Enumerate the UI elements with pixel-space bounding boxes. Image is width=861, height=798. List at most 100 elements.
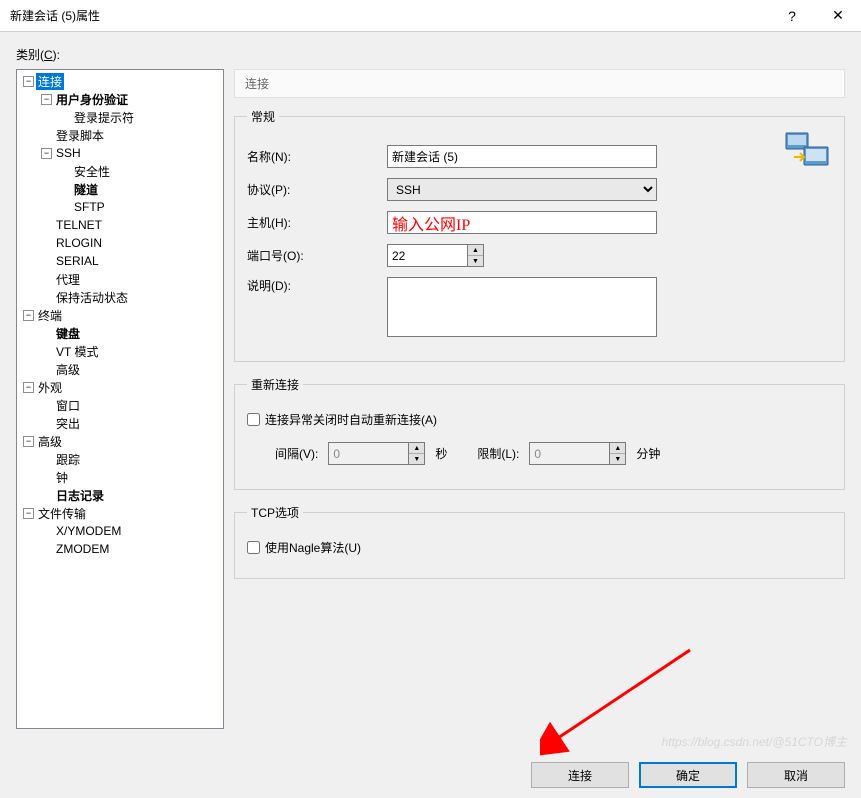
panel-title: 连接 xyxy=(234,69,845,98)
tree-item-label: 键盘 xyxy=(54,325,82,342)
help-icon[interactable]: ? xyxy=(769,0,815,32)
tree-item-label: 隧道 xyxy=(72,181,100,198)
ok-button[interactable]: 确定 xyxy=(639,762,737,788)
desc-label: 说明(D): xyxy=(247,277,387,294)
tree-item-label: 登录提示符 xyxy=(72,109,136,126)
collapse-icon[interactable]: − xyxy=(41,148,52,159)
window-title: 新建会话 (5)属性 xyxy=(10,7,769,24)
tree-item-label: 日志记录 xyxy=(54,487,106,504)
tree-item[interactable]: 跟踪 xyxy=(17,450,223,468)
tree-item-label: 登录脚本 xyxy=(54,127,106,144)
tree-item-label: 突出 xyxy=(54,415,82,432)
name-input[interactable] xyxy=(387,145,657,168)
port-input[interactable] xyxy=(387,244,467,267)
tree-item[interactable]: X/YMODEM xyxy=(17,522,223,540)
spinner-down-icon: ▼ xyxy=(610,454,625,464)
tree-item[interactable]: 键盘 xyxy=(17,324,223,342)
tree-item[interactable]: −文件传输 xyxy=(17,504,223,522)
tree-item[interactable]: SERIAL xyxy=(17,252,223,270)
tree-item-label: 钟 xyxy=(54,469,70,486)
close-icon[interactable]: ✕ xyxy=(815,0,861,32)
tree-item[interactable]: 登录提示符 xyxy=(17,108,223,126)
tree-item[interactable]: 登录脚本 xyxy=(17,126,223,144)
name-label: 名称(N): xyxy=(247,148,387,165)
general-group: 常规 名称(N): 协议(P): SSH xyxy=(234,108,845,362)
auto-reconnect-checkbox[interactable] xyxy=(247,413,260,426)
tree-item[interactable]: −SSH xyxy=(17,144,223,162)
protocol-select[interactable]: SSH xyxy=(387,178,657,201)
tree-item-label: 高级 xyxy=(36,433,64,450)
interval-label: 间隔(V): xyxy=(275,445,318,462)
tree-item-label: 文件传输 xyxy=(36,505,88,522)
titlebar: 新建会话 (5)属性 ? ✕ xyxy=(0,0,861,32)
protocol-label: 协议(P): xyxy=(247,181,387,198)
nagle-checkbox[interactable] xyxy=(247,541,260,554)
desc-textarea[interactable] xyxy=(387,277,657,337)
tree-item[interactable]: ZMODEM xyxy=(17,540,223,558)
tree-item[interactable]: VT 模式 xyxy=(17,342,223,360)
tree-item-label: TELNET xyxy=(54,218,104,232)
watermark: https://blog.csdn.net/@51CTO博主 xyxy=(662,733,847,750)
tree-item-label: SERIAL xyxy=(54,254,101,268)
interval-input xyxy=(328,442,408,465)
tree-item-label: SSH xyxy=(54,146,83,160)
tree-item[interactable]: 安全性 xyxy=(17,162,223,180)
collapse-icon[interactable]: − xyxy=(23,436,34,447)
nagle-label: 使用Nagle算法(U) xyxy=(265,539,361,556)
tree-item[interactable]: 钟 xyxy=(17,468,223,486)
tree-item-label: 终端 xyxy=(36,307,64,324)
spinner-down-icon[interactable]: ▼ xyxy=(468,256,483,266)
tree-item[interactable]: 代理 xyxy=(17,270,223,288)
cancel-button[interactable]: 取消 xyxy=(747,762,845,788)
limit-input xyxy=(529,442,609,465)
tree-item[interactable]: 高级 xyxy=(17,360,223,378)
tree-item-label: SFTP xyxy=(72,200,107,214)
tree-item-label: 窗口 xyxy=(54,397,82,414)
interval-spinner: ▲▼ xyxy=(328,442,425,465)
tree-item-label: ZMODEM xyxy=(54,542,111,556)
tree-item[interactable]: SFTP xyxy=(17,198,223,216)
tree-item[interactable]: 突出 xyxy=(17,414,223,432)
reconnect-group: 重新连接 连接异常关闭时自动重新连接(A) 间隔(V): ▲▼ 秒 限制(L): xyxy=(234,376,845,490)
spinner-down-icon: ▼ xyxy=(409,454,424,464)
tree-item[interactable]: −外观 xyxy=(17,378,223,396)
tree-item-label: X/YMODEM xyxy=(54,524,123,538)
tree-item-label: VT 模式 xyxy=(54,343,100,360)
tree-item[interactable]: 窗口 xyxy=(17,396,223,414)
limit-label: 限制(L): xyxy=(477,445,519,462)
tree-item[interactable]: TELNET xyxy=(17,216,223,234)
port-spinner[interactable]: ▲▼ xyxy=(387,244,484,267)
collapse-icon[interactable]: − xyxy=(23,310,34,321)
tree-item[interactable]: −连接 xyxy=(17,72,223,90)
interval-unit: 秒 xyxy=(435,445,447,462)
tree-item[interactable]: −高级 xyxy=(17,432,223,450)
general-legend: 常规 xyxy=(247,108,279,125)
tree-item[interactable]: 日志记录 xyxy=(17,486,223,504)
auto-reconnect-label: 连接异常关闭时自动重新连接(A) xyxy=(265,411,437,428)
category-label: 类别(C): xyxy=(16,46,845,63)
tree-item-label: 高级 xyxy=(54,361,82,378)
collapse-icon[interactable]: − xyxy=(23,76,34,87)
category-tree[interactable]: −连接−用户身份验证登录提示符登录脚本−SSH安全性隧道SFTPTELNETRL… xyxy=(16,69,224,729)
connect-button[interactable]: 连接 xyxy=(531,762,629,788)
tree-item[interactable]: 隧道 xyxy=(17,180,223,198)
spinner-up-icon: ▲ xyxy=(409,443,424,454)
tree-item-label: 用户身份验证 xyxy=(54,91,130,108)
tree-item-label: 外观 xyxy=(36,379,64,396)
tree-item-label: 跟踪 xyxy=(54,451,82,468)
host-label: 主机(H): xyxy=(247,214,387,231)
collapse-icon[interactable]: − xyxy=(41,94,52,105)
tree-item[interactable]: −终端 xyxy=(17,306,223,324)
tcp-legend: TCP选项 xyxy=(247,504,303,521)
host-input[interactable] xyxy=(387,211,657,234)
spinner-up-icon[interactable]: ▲ xyxy=(468,245,483,256)
collapse-icon[interactable]: − xyxy=(23,508,34,519)
tcp-group: TCP选项 使用Nagle算法(U) xyxy=(234,504,845,579)
tree-item[interactable]: −用户身份验证 xyxy=(17,90,223,108)
tree-item-label: 连接 xyxy=(36,73,64,90)
collapse-icon[interactable]: − xyxy=(23,382,34,393)
tree-item[interactable]: 保持活动状态 xyxy=(17,288,223,306)
tree-item[interactable]: RLOGIN xyxy=(17,234,223,252)
tree-item-label: RLOGIN xyxy=(54,236,104,250)
limit-spinner: ▲▼ xyxy=(529,442,626,465)
